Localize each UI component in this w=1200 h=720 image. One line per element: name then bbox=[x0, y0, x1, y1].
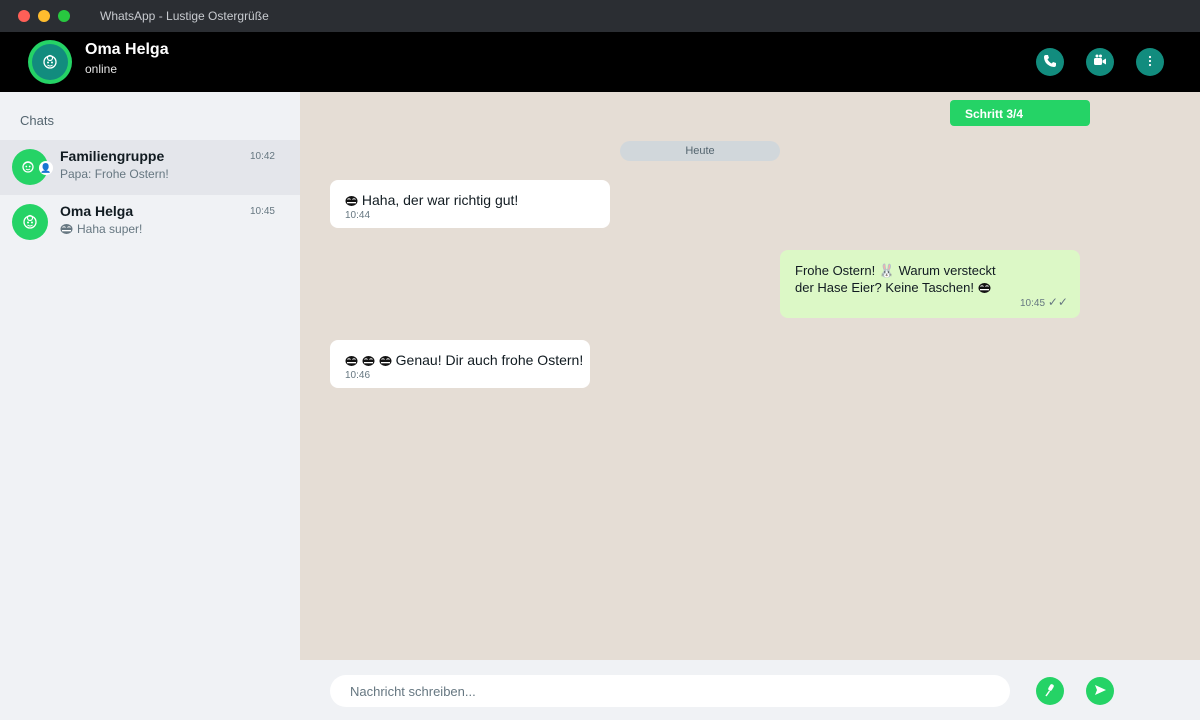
group-member-icon: 👤 bbox=[39, 161, 53, 175]
chat-preview: Papa: Frohe Ostern! bbox=[60, 167, 169, 181]
window-title: WhatsApp - Lustige Ostergrüße bbox=[100, 9, 269, 23]
menu-button[interactable] bbox=[1136, 48, 1164, 76]
laughing-emoji-icon bbox=[345, 192, 362, 208]
contact-name: Oma Helga bbox=[85, 41, 169, 58]
message-text: Haha, der war richtig gut! bbox=[361, 192, 519, 208]
message-time: 10:45 bbox=[1020, 298, 1046, 309]
message-bubble-incoming[interactable]: Haha, der war richtig gut! 10:44 bbox=[330, 180, 610, 228]
grandma-avatar-icon bbox=[12, 204, 48, 240]
chat-time: 10:42 bbox=[249, 151, 275, 162]
chat-preview-text: Haha super! bbox=[77, 222, 143, 236]
message-text-row: Genau! Dir auch frohe Ostern! bbox=[345, 352, 583, 368]
laughing-emoji-icon bbox=[60, 222, 73, 236]
laughing-emoji-icon bbox=[345, 352, 362, 368]
family-group-icon: 👤 bbox=[12, 149, 53, 185]
minimize-window-button[interactable] bbox=[38, 10, 50, 22]
video-icon bbox=[1092, 53, 1108, 72]
message-text: Genau! Dir auch frohe Ostern! bbox=[395, 352, 584, 368]
message-bubble-outgoing[interactable]: Frohe Ostern! 🐰 Warum versteckt der Hase… bbox=[780, 250, 1080, 318]
message-meta: 10:45 ✓✓ bbox=[1020, 295, 1068, 309]
chat-name: Oma Helga bbox=[60, 203, 134, 219]
message-time: 10:46 bbox=[345, 370, 371, 381]
sidebar-title: Chats bbox=[20, 113, 54, 128]
message-text-row: der Hase Eier? Keine Taschen! bbox=[795, 280, 991, 295]
contact-avatar[interactable] bbox=[28, 40, 72, 84]
message-pane: Schritt 3/4 Heute Haha, der war richtig … bbox=[300, 92, 1200, 660]
read-receipt-icon: ✓✓ bbox=[1047, 295, 1068, 309]
more-vertical-icon bbox=[1148, 54, 1152, 70]
message-input[interactable] bbox=[330, 675, 1010, 707]
laughing-emoji-icon bbox=[978, 280, 991, 295]
chat-header: Oma Helga online bbox=[0, 32, 1200, 92]
voice-message-button[interactable] bbox=[1036, 677, 1064, 705]
contact-status: online bbox=[85, 62, 118, 76]
chat-preview-text: Papa: Frohe Ostern! bbox=[60, 167, 169, 181]
laughing-emoji-icon bbox=[362, 352, 379, 368]
chat-item-familiengruppe[interactable]: 👤 Familiengruppe 10:42 Papa: Frohe Oster… bbox=[0, 140, 300, 195]
call-button[interactable] bbox=[1036, 48, 1064, 76]
message-bubble-incoming[interactable]: Genau! Dir auch frohe Ostern! 10:46 bbox=[330, 340, 590, 388]
chat-name: Familiengruppe bbox=[60, 148, 165, 164]
grandma-avatar-icon bbox=[32, 44, 68, 80]
chat-list-sidebar: Chats 👤 Familiengruppe 10:42 Papa: Frohe… bbox=[0, 92, 300, 720]
step-indicator-badge: Schritt 3/4 bbox=[950, 100, 1090, 126]
chat-preview: Haha super! bbox=[60, 222, 142, 236]
microphone-icon bbox=[1043, 683, 1057, 700]
chat-item-oma-helga[interactable]: Oma Helga 10:45 Haha super! bbox=[0, 195, 300, 250]
chat-time: 10:45 bbox=[249, 206, 275, 217]
phone-icon bbox=[1042, 53, 1058, 72]
laughing-emoji-icon bbox=[379, 352, 396, 368]
composer-bar bbox=[300, 660, 1200, 720]
maximize-window-button[interactable] bbox=[58, 10, 70, 22]
message-time: 10:44 bbox=[345, 210, 371, 221]
video-button[interactable] bbox=[1086, 48, 1114, 76]
send-button[interactable] bbox=[1086, 677, 1114, 705]
message-text-line2: der Hase Eier? Keine Taschen! bbox=[795, 280, 974, 295]
close-window-button[interactable] bbox=[18, 10, 30, 22]
date-divider: Heute bbox=[620, 141, 780, 161]
message-text-line1: Frohe Ostern! 🐰 Warum versteckt bbox=[795, 263, 996, 278]
send-icon bbox=[1094, 684, 1107, 699]
message-text-row: Haha, der war richtig gut! bbox=[345, 192, 518, 208]
window-titlebar: WhatsApp - Lustige Ostergrüße bbox=[0, 0, 1200, 32]
